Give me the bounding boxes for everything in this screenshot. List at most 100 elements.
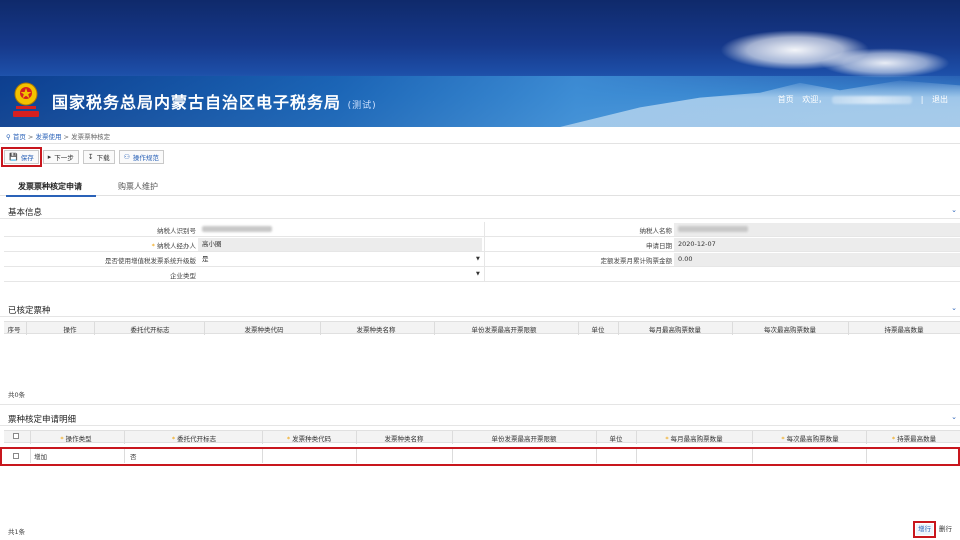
- company-type-label: 企业类型: [170, 272, 196, 280]
- row-actions: 增行 删行: [913, 521, 954, 538]
- col-divider: [866, 431, 867, 444]
- taxpayer-name-value: [674, 223, 960, 236]
- col-header: 每次最高购票数量: [764, 326, 816, 334]
- form-row: * 纳税人经办人 高小圈 申请日期 2020-12-07: [4, 237, 960, 252]
- col-header-text: 每次最高购票数量: [786, 435, 839, 443]
- next-label: 下一步: [54, 154, 74, 162]
- col-divider: [618, 322, 619, 335]
- col-divider: [578, 322, 579, 335]
- col-divider: [452, 449, 453, 463]
- col-divider: [94, 322, 95, 335]
- col-divider: [204, 322, 205, 335]
- col-divider: [596, 431, 597, 444]
- apply-date-value: 2020-12-07: [674, 238, 960, 251]
- col-header: * 操作类型: [60, 433, 91, 443]
- col-header: 发票种类名称: [384, 435, 424, 443]
- toolbar: 💾 保存 ▸ 下一步 ↧ 下载 ⚇ 操作规范: [1, 147, 164, 167]
- save-button[interactable]: 💾 保存: [1, 147, 42, 167]
- table-row[interactable]: 增加 否: [4, 448, 958, 464]
- col-divider: [356, 431, 357, 444]
- download-button[interactable]: ↧ 下载: [82, 150, 115, 164]
- taxpayer-id-label: 纳税人识别号: [157, 227, 196, 235]
- add-row-button[interactable]: 增行: [913, 521, 936, 538]
- detail-section-header[interactable]: 票种核定申请明细 ⌄: [0, 410, 960, 426]
- col-divider: [262, 431, 263, 444]
- col-header: 每月最高购票数量: [649, 326, 701, 334]
- logout-link[interactable]: 退出: [932, 95, 948, 104]
- chevron-down-icon[interactable]: ⌄: [951, 206, 957, 214]
- col-header-text: 操作类型: [65, 435, 92, 443]
- guide-button[interactable]: ⚇ 操作规范: [118, 150, 164, 164]
- select-all-checkbox[interactable]: [13, 433, 19, 439]
- quota-label: 定额发票月累计购票金额: [600, 257, 673, 265]
- col-divider: [320, 322, 321, 335]
- col-divider: [752, 449, 753, 463]
- col-divider: [262, 449, 263, 463]
- col-header-text: 持票最高数量: [897, 435, 937, 443]
- location-pin-icon: ⚲: [6, 133, 11, 141]
- col-divider: [752, 431, 753, 444]
- welcome-text: 欢迎，: [802, 95, 827, 104]
- play-icon: ▸: [47, 153, 52, 161]
- form-row: 纳税人识别号 纳税人名称: [4, 222, 960, 237]
- agent-input[interactable]: 高小圈: [198, 238, 482, 251]
- col-divider: [434, 322, 435, 335]
- col-divider: [124, 431, 125, 444]
- tab-buyer-maintain[interactable]: 购票人维护: [118, 181, 158, 192]
- col-divider: [356, 449, 357, 463]
- table-header: 序号 操作 委托代开标志 发票种类代码 发票种类名称 单份发票最高开票限额 单位…: [4, 321, 960, 335]
- col-header: 单份发票最高开票限额: [471, 326, 537, 334]
- col-divider: [596, 449, 597, 463]
- approved-table: 序号 操作 委托代开标志 发票种类代码 发票种类名称 单份发票最高开票限额 单位…: [4, 321, 960, 335]
- tab-bar: 发票票种核定申请 购票人维护: [0, 178, 960, 197]
- download-icon: ↧: [87, 153, 94, 161]
- form-row: 企业类型 ▼: [4, 267, 960, 282]
- col-divider: [30, 431, 31, 444]
- breadcrumb-home[interactable]: 首页: [13, 133, 26, 141]
- apply-date-label: 申请日期: [646, 242, 672, 250]
- required-mark: *: [60, 435, 64, 443]
- op-type-cell[interactable]: 增加: [34, 451, 47, 461]
- form-row: 是否使用增值税发票系统升级版 是 ▼ 定额发票月累计购票金额 0.00: [4, 252, 960, 267]
- agent-label-text: 纳税人经办人: [157, 242, 196, 250]
- chevron-down-icon[interactable]: ⌄: [951, 304, 957, 312]
- divider: [484, 267, 485, 282]
- approved-section-header[interactable]: 已核定票种 ⌄: [0, 301, 960, 317]
- company-type-select[interactable]: [198, 268, 482, 281]
- breadcrumb-invoice-use[interactable]: 发票使用: [35, 133, 61, 141]
- breadcrumb-sep: >: [27, 133, 34, 141]
- col-header: 委托代开标志: [130, 326, 170, 334]
- next-step-button[interactable]: ▸ 下一步: [42, 150, 79, 164]
- top-links: 首页 欢迎， | 退出: [772, 94, 948, 105]
- basic-info-section-header[interactable]: 基本信息 ⌄: [0, 203, 960, 219]
- col-header: 序号: [7, 326, 21, 334]
- tab-invoice-type-apply[interactable]: 发票票种核定申请: [6, 181, 96, 197]
- download-label: 下载: [96, 154, 110, 162]
- user-name-redacted: [832, 95, 913, 104]
- col-divider: [848, 322, 849, 335]
- caret-down-icon[interactable]: ▼: [476, 256, 480, 262]
- col-header: 操作: [63, 326, 77, 334]
- col-divider: [636, 449, 637, 463]
- upgrade-select[interactable]: 是: [198, 253, 482, 266]
- col-divider: [636, 431, 637, 444]
- col-divider: [732, 322, 733, 335]
- home-link[interactable]: 首页: [778, 95, 794, 104]
- required-mark: *: [286, 435, 291, 443]
- banner-cloud: [820, 48, 950, 78]
- chevron-down-icon[interactable]: ⌄: [951, 413, 957, 421]
- row-checkbox[interactable]: [13, 453, 19, 459]
- delegate-cell[interactable]: 否: [130, 451, 137, 461]
- approved-count: 共0条: [8, 391, 26, 399]
- header-banner: 国家税务总局内蒙古自治区电子税务局 (测试) 首页 欢迎， | 退出: [0, 0, 960, 127]
- col-header: * 发票种类代码: [287, 433, 331, 443]
- save-icon: 💾: [9, 153, 18, 161]
- divider: [0, 143, 960, 144]
- col-header: 单位: [591, 326, 605, 334]
- detail-table: * 操作类型 * 委托代开标志 * 发票种类代码 发票种类名称 单份发票最高开票…: [4, 430, 960, 444]
- caret-down-icon[interactable]: ▼: [476, 271, 480, 277]
- upgrade-label: 是否使用增值税发票系统升级版: [105, 257, 196, 265]
- site-title-text: 国家税务总局内蒙古自治区电子税务局: [52, 93, 342, 112]
- delete-row-button[interactable]: 删行: [937, 524, 954, 535]
- taxpayer-id-value: [198, 223, 482, 236]
